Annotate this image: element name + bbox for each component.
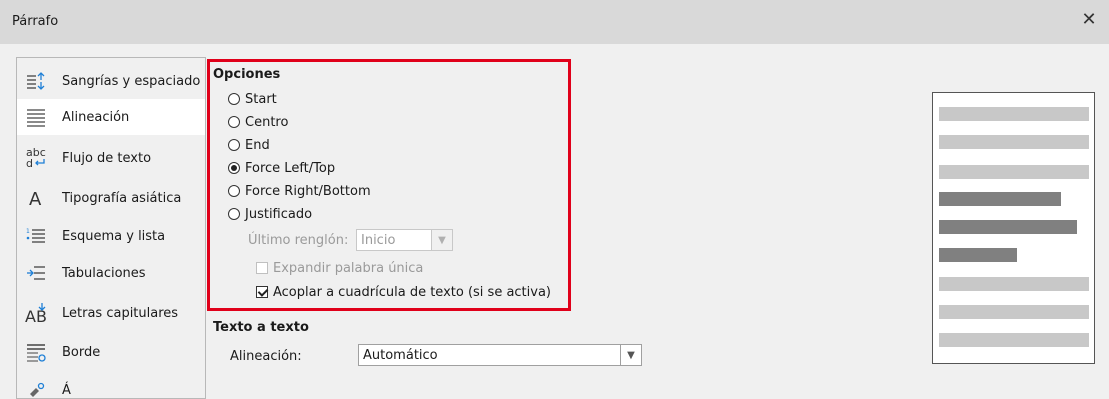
sidebar-item-indents[interactable]: Sangrías y espaciado xyxy=(17,63,205,99)
area-icon xyxy=(25,379,47,398)
preview-line xyxy=(939,135,1089,149)
radio-label: Force Left/Top xyxy=(245,160,336,176)
sidebar-item-label: Á xyxy=(62,382,71,398)
last-line-select[interactable]: Inicio ▼ xyxy=(356,229,453,251)
preview-line xyxy=(939,192,1061,206)
border-icon xyxy=(25,341,47,363)
alignment-preview xyxy=(932,92,1095,364)
radio-force-right-bottom[interactable]: Force Right/Bottom xyxy=(228,182,371,200)
preview-line xyxy=(939,333,1089,347)
preview-line xyxy=(939,165,1089,179)
sidebar-item-label: Esquema y lista xyxy=(62,228,166,244)
alignment-label: Alineación: xyxy=(230,349,302,364)
tabs-icon xyxy=(25,262,47,284)
sidebar-item-label: Flujo de texto xyxy=(62,150,152,166)
svg-text:1: 1 xyxy=(26,228,30,235)
sidebar-item-label: Tabulaciones xyxy=(62,265,146,281)
chevron-down-icon[interactable]: ▼ xyxy=(431,230,452,250)
radio-label: Force Right/Bottom xyxy=(245,183,371,199)
select-value: Inicio xyxy=(361,233,396,248)
sidebar-item-outline-list[interactable]: 1 Esquema y lista xyxy=(17,218,205,254)
radio-label: Justificado xyxy=(245,206,313,222)
radio-end[interactable]: End xyxy=(228,136,270,154)
sidebar-item-text-flow[interactable]: abc d Flujo de texto xyxy=(17,140,205,176)
sidebar-item-label: Sangrías y espaciado xyxy=(62,73,201,89)
sidebar-item-label: Borde xyxy=(62,344,101,360)
preview-line xyxy=(939,248,1017,262)
radio-justified[interactable]: Justificado xyxy=(228,205,312,223)
checkbox-label: Expandir palabra única xyxy=(273,260,424,276)
sidebar-item-label: Letras capitulares xyxy=(62,305,179,321)
asian-typography-icon: A xyxy=(25,187,47,209)
text-flow-icon: abc d xyxy=(25,147,47,169)
radio-center[interactable]: Centro xyxy=(228,113,288,131)
last-line-label: Último renglón: xyxy=(248,233,349,248)
svg-text:d: d xyxy=(26,157,33,169)
preview-line xyxy=(939,277,1089,291)
snap-to-grid-checkbox[interactable]: Acoplar a cuadrícula de texto (si se act… xyxy=(256,283,551,301)
preview-line xyxy=(939,107,1089,121)
preview-line xyxy=(939,305,1089,319)
preview-line xyxy=(939,220,1077,234)
sidebar: Sangrías y espaciado Alineación abc d Flu… xyxy=(16,57,206,399)
sidebar-item-drop-caps[interactable]: AB Letras capitulares xyxy=(17,295,205,331)
checkbox[interactable] xyxy=(256,262,268,274)
sidebar-item-label: Tipografía asiática xyxy=(62,190,182,206)
radio-button[interactable] xyxy=(228,116,240,128)
sidebar-item-label: Alineación xyxy=(62,109,130,125)
sidebar-item-alignment[interactable]: Alineación xyxy=(17,99,205,135)
sidebar-item-asian-typography[interactable]: A Tipografía asiática xyxy=(17,180,205,216)
radio-label: Start xyxy=(245,91,277,107)
svg-text:AB: AB xyxy=(25,307,47,324)
chevron-down-icon[interactable]: ▼ xyxy=(620,345,641,365)
radio-button[interactable] xyxy=(228,139,240,151)
checkbox-label: Acoplar a cuadrícula de texto (si se act… xyxy=(273,284,552,300)
sidebar-item-area[interactable]: Á xyxy=(17,372,205,398)
radio-button[interactable] xyxy=(228,162,240,174)
radio-button[interactable] xyxy=(228,208,240,220)
radio-button[interactable] xyxy=(228,185,240,197)
dialog-title: Párrafo xyxy=(12,14,59,29)
radio-label: Centro xyxy=(245,114,289,130)
options-section-title: Opciones xyxy=(213,67,281,82)
outline-list-icon: 1 xyxy=(25,225,47,247)
sidebar-item-border[interactable]: Borde xyxy=(17,334,205,370)
radio-start[interactable]: Start xyxy=(228,90,277,108)
radio-force-left-top[interactable]: Force Left/Top xyxy=(228,159,335,177)
close-icon[interactable]: ✕ xyxy=(1079,10,1099,30)
align-justify-icon xyxy=(25,106,47,128)
select-value: Automático xyxy=(363,348,438,363)
alignment-select[interactable]: Automático ▼ xyxy=(358,344,642,366)
radio-label: End xyxy=(245,137,270,153)
svg-text:A: A xyxy=(29,189,42,208)
checkbox[interactable] xyxy=(256,286,268,298)
radio-button[interactable] xyxy=(228,93,240,105)
title-bar: Párrafo ✕ xyxy=(0,0,1109,44)
expand-word-checkbox[interactable]: Expandir palabra única xyxy=(256,259,423,277)
indent-spacing-icon xyxy=(25,70,47,92)
sidebar-item-tabs[interactable]: Tabulaciones xyxy=(17,255,205,291)
drop-caps-icon: AB xyxy=(25,302,47,324)
text-to-text-section-title: Texto a texto xyxy=(213,320,309,335)
